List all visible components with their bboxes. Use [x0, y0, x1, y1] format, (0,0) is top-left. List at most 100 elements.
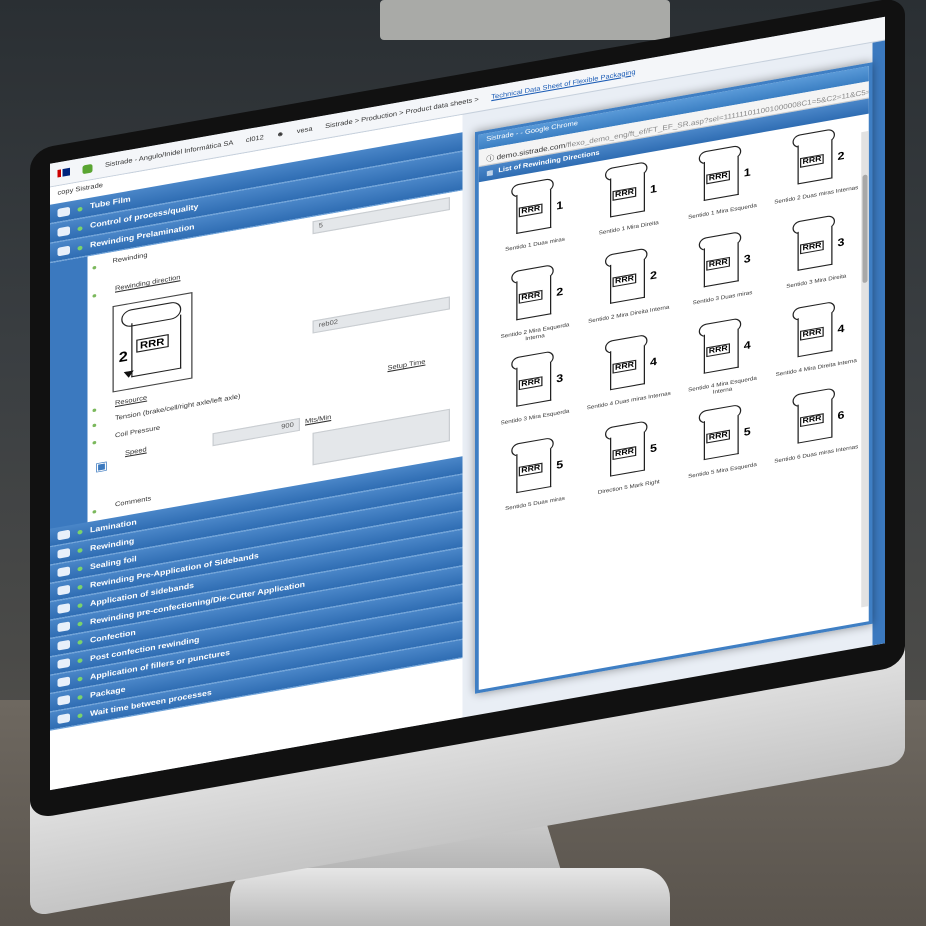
direction-option[interactable]: RRR 2 Sentido 2 Duas miras Internas	[773, 122, 858, 219]
list-icon: ▦	[486, 169, 494, 178]
section-label: Confection	[90, 628, 136, 645]
status-dot-icon	[77, 529, 83, 535]
direction-option[interactable]: RRR 5 Sentido 5 Duas miras	[491, 431, 575, 528]
comments-label: Comments	[115, 495, 152, 509]
direction-diagram: RRR 5	[504, 436, 563, 504]
status-dot-icon	[77, 603, 83, 609]
bullet	[92, 509, 97, 514]
arrow-down-icon	[123, 370, 134, 379]
monitor: Sistrade - Angulo/Inidel Informática SA …	[30, 0, 905, 917]
direction-diagram: RRR 1	[691, 144, 751, 212]
direction-option[interactable]: RRR 1 Sentido 1 Duas miras	[491, 172, 575, 269]
bullet	[92, 423, 97, 428]
direction-number: 6	[837, 409, 845, 423]
coil-pressure-label: Coil Pressure	[115, 425, 161, 440]
process-icon	[57, 547, 70, 559]
rewinding-label: Rewinding	[112, 252, 148, 266]
monitor-stand-base	[230, 868, 670, 926]
process-icon	[57, 206, 70, 217]
section-label: Rewinding	[90, 537, 135, 553]
bullet	[92, 265, 97, 270]
process-icon	[57, 566, 70, 578]
status-dot-icon	[77, 658, 83, 664]
resource-input[interactable]: reb02	[312, 296, 450, 334]
direction-diagram: RRR 4	[598, 333, 657, 401]
process-icon	[57, 713, 70, 725]
process-icon	[57, 529, 70, 541]
resource-link[interactable]: Resource	[115, 395, 147, 407]
process-icon	[57, 225, 70, 237]
status-dot-icon	[77, 676, 83, 682]
breadcrumb-link[interactable]: Technical Data Sheet of Flexible Packagi…	[491, 69, 635, 101]
direction-option[interactable]: RRR 3 Sentido 3 Mira Direita	[773, 209, 857, 306]
status-dot-icon	[77, 621, 83, 627]
status-dot-icon	[77, 566, 83, 572]
bullet	[92, 408, 97, 413]
user-icon: ☻	[276, 130, 285, 139]
direction-number: 4	[837, 323, 845, 337]
direction-option[interactable]: RRR 2 Sentido 2 Mira Esquerda Interna	[491, 258, 575, 355]
direction-option[interactable]: RRR 6 Sentido 6 Duas miras Internas	[773, 382, 858, 479]
direction-diagram: RRR 3	[785, 214, 844, 282]
direction-diagram: RRR 6	[785, 387, 844, 455]
direction-number: 1	[556, 199, 564, 213]
screen: Sistrade - Angulo/Inidel Informática SA …	[50, 16, 885, 791]
rewinding-direction-link[interactable]: Rewinding direction	[115, 275, 180, 293]
diagram-number: 2	[118, 347, 128, 366]
camera-icon[interactable]: ▣	[95, 458, 108, 474]
direction-number: 1	[650, 183, 657, 197]
status-dot-icon	[77, 713, 83, 719]
direction-option[interactable]: RRR 2 Sentido 2 Mira Direita Interna	[585, 242, 669, 339]
scroll-thumb[interactable]	[862, 174, 868, 284]
process-icon	[57, 658, 70, 669]
direction-diagram: RRR 2	[504, 263, 563, 331]
right-toolbar[interactable]	[872, 40, 885, 646]
process-icon	[57, 584, 70, 596]
direction-number: 2	[556, 286, 564, 300]
direction-diagram: RRR 3	[504, 350, 563, 418]
process-icon	[57, 245, 70, 256]
setup-time-link[interactable]: Setup Time	[388, 359, 426, 372]
app-logo-icon	[82, 163, 93, 174]
direction-diagram: RRR 2	[598, 247, 657, 315]
section-label: Lamination	[90, 518, 137, 535]
uk-flag-icon[interactable]	[57, 167, 70, 178]
speed-input[interactable]: 900	[212, 417, 300, 447]
direction-number: 5	[743, 425, 751, 440]
direction-option[interactable]: RRR 4 Sentido 4 Duas miras Internas	[585, 328, 671, 425]
direction-diagram: RRR 1	[504, 177, 563, 245]
direction-option[interactable]: RRR 1 Sentido 1 Mira Direita	[585, 155, 669, 252]
user-name: vesa	[296, 125, 313, 135]
user-code: cl012	[245, 134, 264, 144]
speed-link[interactable]: Speed	[125, 447, 147, 457]
directions-grid: RRR 1 Sentido 1 Duas miras RRR 1 Sentido 1 Mi…	[479, 114, 869, 537]
process-panel: copy Sistrade Tube Film Control of proces…	[50, 114, 463, 791]
direction-number: 4	[650, 356, 657, 370]
direction-diagram: RRR 5	[598, 420, 657, 488]
direction-option[interactable]: RRR 1 Sentido 1 Mira Esquerda	[679, 139, 763, 236]
bullet	[92, 293, 97, 298]
direction-option[interactable]: RRR 4 Sentido 4 Mira Direita Interna	[773, 295, 857, 392]
direction-diagram: RRR 2	[785, 127, 844, 195]
process-icon	[57, 603, 70, 614]
popup-scrollbar[interactable]	[861, 130, 869, 608]
direction-diagram: RRR 4	[691, 317, 751, 385]
direction-option[interactable]: RRR 3 Sentido 3 Duas miras	[679, 225, 763, 322]
rewinding-direction-diagram[interactable]: RRR 2	[112, 292, 193, 393]
direction-diagram: RRR 5	[691, 403, 751, 471]
direction-option[interactable]: RRR 5 Sentido 5 Mira Esquerda	[679, 398, 763, 495]
process-icon	[57, 676, 70, 688]
status-dot-icon	[77, 584, 83, 590]
process-icon	[57, 621, 70, 633]
coil-pressure-input[interactable]	[312, 408, 450, 466]
info-icon[interactable]: ⓘ	[486, 155, 494, 164]
direction-diagram: RRR 4	[785, 300, 844, 368]
direction-option[interactable]: RRR 4 Sentido 4 Mira Esquerda Interna	[679, 312, 763, 409]
speed-unit-link[interactable]: Mts/Min	[305, 415, 331, 426]
status-dot-icon	[77, 694, 83, 700]
process-icon	[57, 639, 70, 651]
direction-option[interactable]: RRR 5 Direction 5 Mark Right	[585, 415, 669, 512]
status-dot-icon	[77, 225, 83, 231]
direction-option[interactable]: RRR 3 Sentido 3 Mira Esquerda	[491, 345, 575, 442]
direction-number: 2	[650, 269, 657, 283]
